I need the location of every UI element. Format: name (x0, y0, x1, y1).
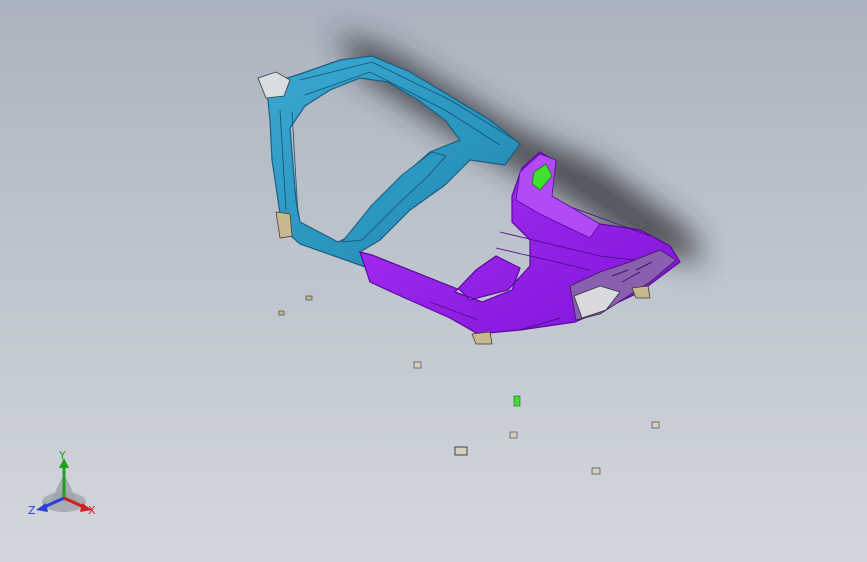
small-part[interactable] (513, 395, 521, 407)
small-part[interactable] (591, 467, 601, 475)
panel-foot-right (631, 285, 651, 299)
small-part[interactable] (413, 361, 422, 369)
x-axis-label: X (88, 504, 96, 517)
small-part[interactable] (278, 310, 285, 316)
z-axis-label: Z (28, 504, 36, 517)
frame-diagonal-strut[interactable] (340, 151, 447, 243)
small-part[interactable] (509, 431, 518, 439)
small-part[interactable] (651, 421, 660, 429)
reference-triad: Y X Z (24, 448, 104, 520)
graphics-viewport[interactable]: Y X Z (0, 0, 867, 562)
small-part[interactable] (454, 446, 468, 456)
3d-model[interactable] (0, 0, 867, 562)
frame-left-foot (275, 211, 293, 239)
y-axis-label: Y (59, 449, 66, 462)
z-axis-arrow (36, 503, 48, 512)
small-part[interactable] (305, 295, 313, 301)
panel-foot-left (471, 331, 493, 345)
